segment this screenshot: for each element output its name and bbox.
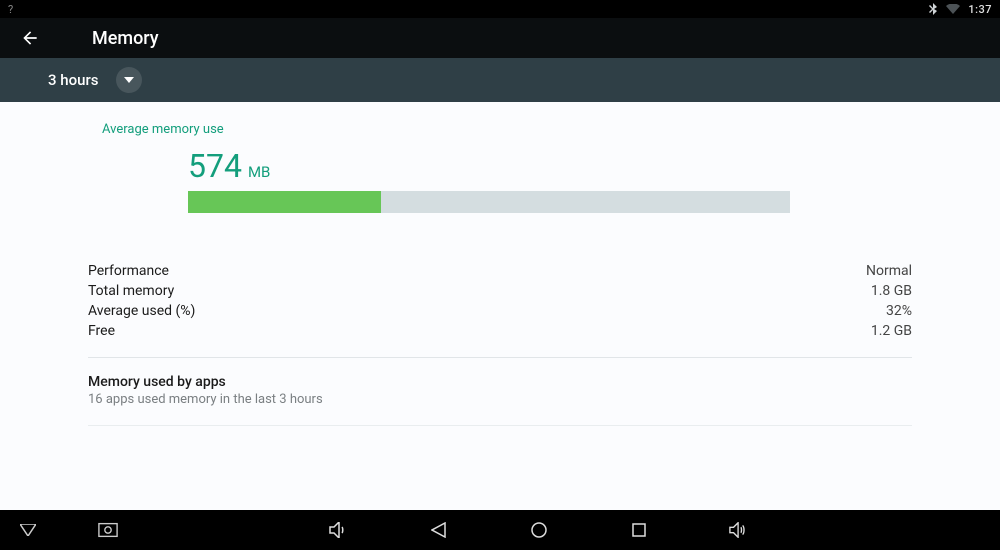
memory-usage-bar-fill: [188, 191, 381, 213]
stat-label: Performance: [88, 263, 169, 279]
stat-value: 1.2 GB: [871, 323, 912, 339]
volume-down-icon[interactable]: [329, 520, 349, 540]
navigation-bar: [0, 510, 1000, 550]
stat-total-memory: Total memory 1.8 GB: [88, 281, 912, 301]
status-hint: ?: [8, 3, 13, 16]
stat-value: 32%: [886, 303, 912, 319]
stat-label: Average used (%): [88, 303, 195, 319]
stat-value: Normal: [866, 263, 912, 279]
volume-up-icon[interactable]: [729, 520, 749, 540]
divider: [88, 425, 912, 426]
app-bar: Memory: [0, 18, 1000, 58]
stat-value: 1.8 GB: [871, 283, 912, 299]
average-memory-unit: MB: [248, 163, 270, 181]
status-bar: ? 1:37: [0, 0, 1000, 18]
back-button[interactable]: [20, 28, 46, 48]
memory-by-apps-row[interactable]: Memory used by apps 16 apps used memory …: [88, 374, 912, 407]
stat-free: Free 1.2 GB: [88, 321, 912, 341]
average-memory-label: Average memory use: [102, 122, 912, 137]
time-range-dropdown-icon[interactable]: [116, 67, 142, 93]
average-memory-value: 574: [188, 147, 242, 185]
memory-by-apps-title: Memory used by apps: [88, 374, 912, 390]
divider: [88, 357, 912, 358]
nav-home-icon[interactable]: [529, 520, 549, 540]
screenshot-icon[interactable]: [98, 520, 118, 540]
stat-performance: Performance Normal: [88, 261, 912, 281]
memory-usage-bar: [188, 191, 790, 213]
wifi-icon: [946, 4, 960, 14]
memory-by-apps-subtitle: 16 apps used memory in the last 3 hours: [88, 392, 912, 407]
bluetooth-icon: [928, 3, 938, 15]
nav-recent-icon[interactable]: [629, 520, 649, 540]
content-area: Average memory use 574 MB Performance No…: [0, 102, 1000, 510]
stats-block: Performance Normal Total memory 1.8 GB A…: [88, 261, 912, 341]
nav-collapse-icon[interactable]: [18, 520, 38, 540]
time-range-label: 3 hours: [48, 71, 98, 89]
stat-average-used: Average used (%) 32%: [88, 301, 912, 321]
status-clock: 1:37: [968, 3, 992, 16]
time-range-bar[interactable]: 3 hours: [0, 58, 1000, 102]
average-memory-value-row: 574 MB: [188, 147, 912, 185]
stat-label: Free: [88, 323, 115, 339]
nav-back-icon[interactable]: [429, 520, 449, 540]
stat-label: Total memory: [88, 283, 174, 299]
page-title: Memory: [92, 28, 159, 49]
